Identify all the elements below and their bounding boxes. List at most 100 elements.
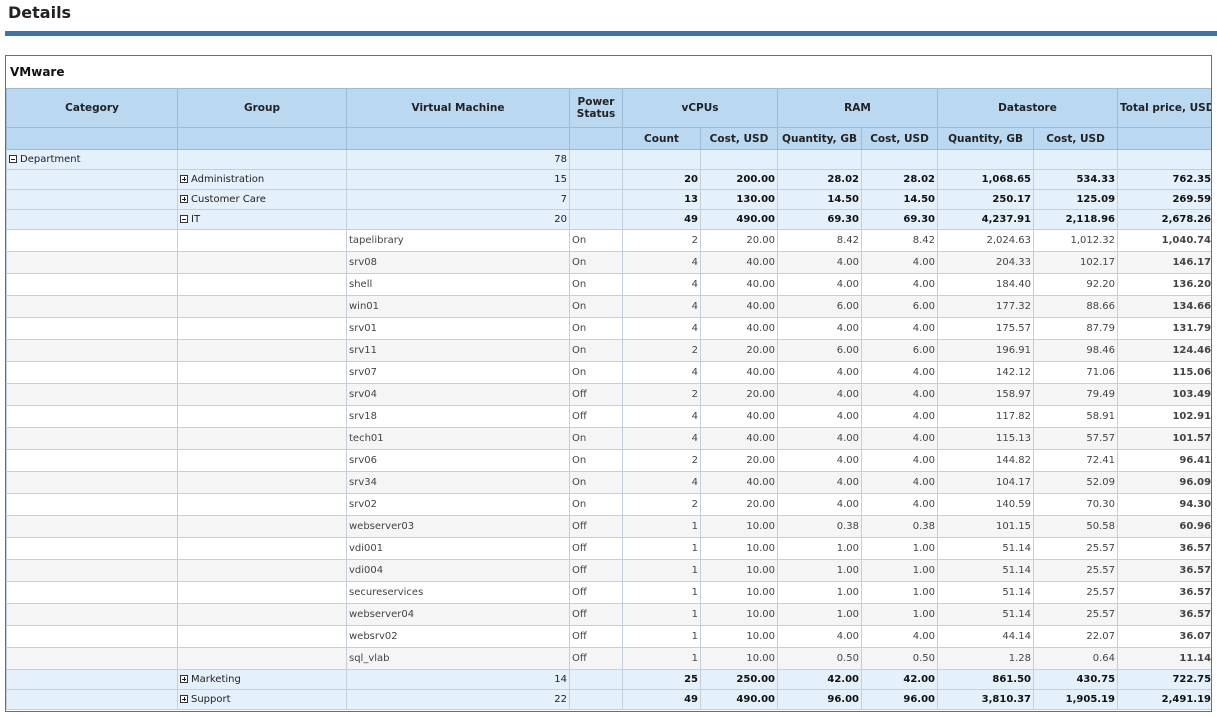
expand-icon[interactable]	[180, 175, 188, 183]
vm-name: sql_vlab	[346, 647, 570, 670]
vm-name: vdi004	[346, 559, 570, 582]
empty-cell	[177, 383, 347, 406]
group-ds-qty: 861.50	[937, 669, 1035, 690]
group-cell[interactable]: IT	[177, 209, 347, 230]
vm-total-price: 131.79	[1117, 317, 1211, 340]
vm-ram-cost: 4.00	[860, 383, 939, 406]
empty-cell	[6, 273, 178, 296]
vm-ram-quantity: 1.00	[777, 603, 862, 626]
vm-row[interactable]: secureservices Off 1 10.00 1.00 1.00 51.14 25.5…	[6, 581, 1211, 604]
groups-before: Administration 15 20 200.00 28.02 28.02 1,068.…	[6, 169, 1211, 210]
col-header-category[interactable]: Category	[6, 88, 178, 128]
vm-row[interactable]: win01 On 4 40.00 6.00 6.00 177.32 88.66 134.66	[6, 295, 1211, 318]
vm-vcpu-cost: 20.00	[700, 339, 778, 362]
vm-datastore-cost: 22.07	[1033, 625, 1119, 648]
group-cell[interactable]: Marketing	[177, 669, 347, 690]
empty-cell	[177, 339, 347, 362]
vm-row[interactable]: tapelibrary On 2 20.00 8.42 8.42 2,024.63 1,012…	[6, 229, 1211, 252]
vm-row[interactable]: srv08 On 4 40.00 4.00 4.00 204.33 102.17 146.17	[6, 251, 1211, 274]
vm-row[interactable]: vdi001 Off 1 10.00 1.00 1.00 51.14 25.57 36.57	[6, 537, 1211, 560]
subheader-empty	[6, 127, 178, 150]
group-row[interactable]: Customer Care 7 13 130.00 14.50 14.50 250.17 12…	[6, 189, 1211, 210]
col-header-datastore-cost[interactable]: Cost, USD	[1033, 127, 1119, 150]
group-cell[interactable]: Support	[177, 689, 347, 710]
col-header-power-status[interactable]: Power Status	[569, 88, 623, 128]
vm-vcpu-count: 4	[622, 251, 701, 274]
vm-ram-quantity: 4.00	[777, 427, 862, 450]
vm-row[interactable]: vdi004 Off 1 10.00 1.00 1.00 51.14 25.57 36.57	[6, 559, 1211, 582]
group-vm-count: 20	[346, 209, 570, 230]
vm-row[interactable]: websrv02 Off 1 10.00 4.00 4.00 44.14 22.07 36.07	[6, 625, 1211, 648]
vm-vcpu-count: 1	[622, 647, 701, 670]
vm-row[interactable]: tech01 On 4 40.00 4.00 4.00 115.13 57.57 101.57	[6, 427, 1211, 450]
group-vm-count: 7	[346, 189, 570, 210]
col-header-group[interactable]: Group	[177, 88, 347, 128]
group-row[interactable]: IT 20 49 490.00 69.30 69.30 4,237.91 2,118.96 2,…	[6, 209, 1211, 230]
vm-power-status: Off	[569, 537, 623, 560]
vm-vcpu-cost: 40.00	[700, 317, 778, 340]
vm-row[interactable]: srv07 On 4 40.00 4.00 4.00 142.12 71.06 115.06	[6, 361, 1211, 384]
collapse-icon[interactable]	[180, 215, 188, 223]
empty-cell	[6, 647, 178, 670]
vm-total-price: 124.46	[1117, 339, 1211, 362]
empty-cell	[569, 169, 623, 190]
group-vm-count: 22	[346, 689, 570, 710]
vm-ram-quantity: 6.00	[777, 295, 862, 318]
expand-icon[interactable]	[180, 195, 188, 203]
col-header-ram-cost[interactable]: Cost, USD	[860, 127, 939, 150]
vm-row[interactable]: srv06 On 2 20.00 4.00 4.00 144.82 72.41 96.41	[6, 449, 1211, 472]
vm-vcpu-cost: 10.00	[700, 581, 778, 604]
vm-row[interactable]: shell On 4 40.00 4.00 4.00 184.40 92.20 136.20	[6, 273, 1211, 296]
vm-vcpu-cost: 20.00	[700, 493, 778, 516]
department-row[interactable]: Department 78	[6, 149, 1211, 170]
expand-icon[interactable]	[180, 675, 188, 683]
col-header-vcpu-count[interactable]: Count	[622, 127, 701, 150]
vm-row[interactable]: sql_vlab Off 1 10.00 0.50 0.50 1.28 0.64 11.14	[6, 647, 1211, 670]
vm-row[interactable]: webserver04 Off 1 10.00 1.00 1.00 51.14 25.57 36…	[6, 603, 1211, 626]
group-cell[interactable]: Administration	[177, 169, 347, 190]
empty-cell	[177, 603, 347, 626]
col-header-virtual-machine[interactable]: Virtual Machine	[346, 88, 570, 128]
vmware-panel: VMware Category Group Virtual Machine Po…	[5, 55, 1212, 712]
vm-row[interactable]: srv18 Off 4 40.00 4.00 4.00 117.82 58.91 102.91	[6, 405, 1211, 428]
vm-row[interactable]: srv04 Off 2 20.00 4.00 4.00 158.97 79.49 103.49	[6, 383, 1211, 406]
empty-cell	[937, 149, 1035, 170]
empty-cell	[6, 295, 178, 318]
expand-icon[interactable]	[180, 695, 188, 703]
panel-title: VMware	[10, 65, 65, 79]
vm-ram-cost: 4.00	[860, 405, 939, 428]
vm-datastore-cost: 88.66	[1033, 295, 1119, 318]
vm-row[interactable]: srv11 On 2 20.00 6.00 6.00 196.91 98.46 124.46	[6, 339, 1211, 362]
vm-row[interactable]: srv01 On 4 40.00 4.00 4.00 175.57 87.79 131.79	[6, 317, 1211, 340]
vm-name: tech01	[346, 427, 570, 450]
group-row[interactable]: Marketing 14 25 250.00 42.00 42.00 861.50 430.7…	[6, 669, 1211, 690]
vm-power-status: Off	[569, 581, 623, 604]
vm-ram-cost: 4.00	[860, 449, 939, 472]
group-cell[interactable]: Customer Care	[177, 189, 347, 210]
col-header-vcpu-cost[interactable]: Cost, USD	[700, 127, 778, 150]
empty-cell	[177, 361, 347, 384]
department-cell[interactable]: Department	[6, 149, 178, 170]
vm-total-price: 96.09	[1117, 471, 1211, 494]
group-row[interactable]: Support 22 49 490.00 96.00 96.00 3,810.37 1,905…	[6, 689, 1211, 710]
vm-vcpu-count: 2	[622, 229, 701, 252]
group-total: 2,491.19	[1117, 689, 1211, 710]
it-group: IT 20 49 490.00 69.30 69.30 4,237.91 2,118.96 2,…	[6, 209, 1211, 230]
group-row[interactable]: Administration 15 20 200.00 28.02 28.02 1,068.…	[6, 169, 1211, 190]
vm-row[interactable]: srv34 On 4 40.00 4.00 4.00 104.17 52.09 96.09	[6, 471, 1211, 494]
vm-datastore-cost: 70.30	[1033, 493, 1119, 516]
collapse-icon[interactable]	[9, 155, 17, 163]
group-ds-qty: 3,810.37	[937, 689, 1035, 710]
vm-datastore-quantity: 196.91	[937, 339, 1035, 362]
vm-row[interactable]: webserver03 Off 1 10.00 0.38 0.38 101.15 50.58 6…	[6, 515, 1211, 538]
group-ds-qty: 4,237.91	[937, 209, 1035, 230]
col-header-datastore-quantity[interactable]: Quantity, GB	[937, 127, 1035, 150]
vm-row[interactable]: srv02 On 2 20.00 4.00 4.00 140.59 70.30 94.30	[6, 493, 1211, 516]
col-header-ram-quantity[interactable]: Quantity, GB	[777, 127, 862, 150]
vm-ram-cost: 4.00	[860, 471, 939, 494]
vm-name: srv34	[346, 471, 570, 494]
empty-cell	[700, 149, 778, 170]
vm-ram-quantity: 1.00	[777, 559, 862, 582]
group-ram-qty: 28.02	[777, 169, 862, 190]
col-header-total-price[interactable]: Total price, USD	[1117, 88, 1211, 128]
